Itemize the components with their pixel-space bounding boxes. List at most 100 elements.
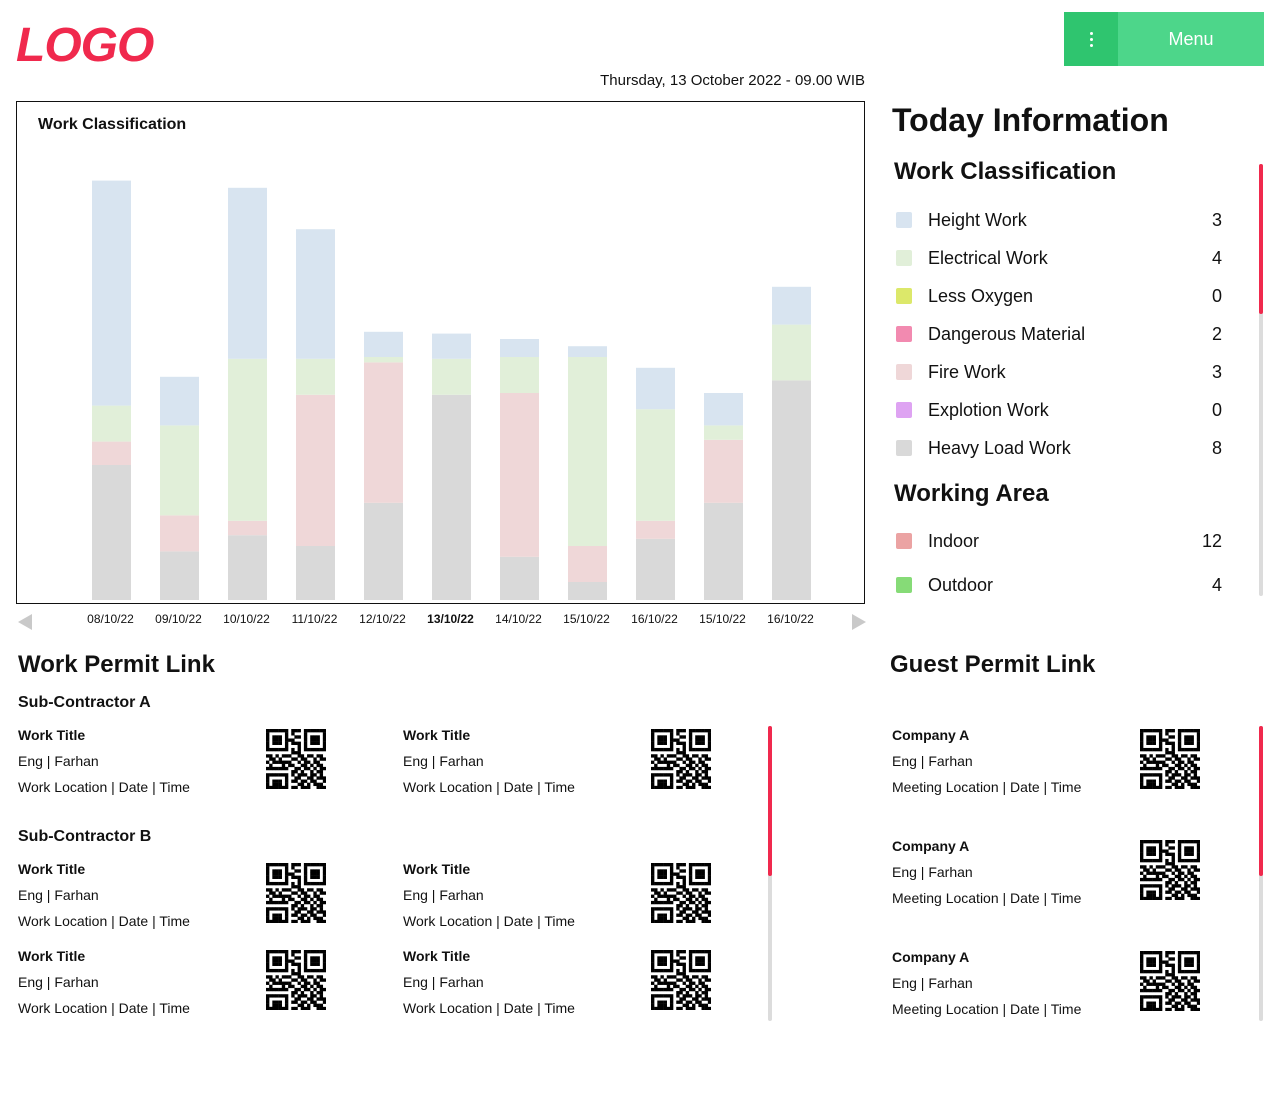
working-area-heading: Working Area (894, 480, 1049, 507)
bar-segment-heavy-load-work (432, 394, 471, 600)
today-info-scrollbar-thumb[interactable] (1259, 164, 1263, 314)
card-engineer: Eng | Farhan (18, 974, 99, 990)
heavy-load-work-swatch (896, 440, 912, 456)
qr-code-icon[interactable] (266, 950, 326, 1010)
x-tick-label: 08/10/22 (87, 612, 134, 626)
wa-item-label: Indoor (928, 530, 980, 551)
bar-segment-heavy-load-work (568, 582, 607, 600)
qr-code-icon[interactable] (651, 863, 711, 923)
bar-segment-heavy-load-work (704, 502, 743, 600)
wc-item-dangerous-material: Dangerous Material 2 (896, 322, 1222, 346)
bar-segment-fire-work (500, 393, 539, 557)
bar-segment-height-work (92, 180, 131, 406)
card-location: Meeting Location | Date | Time (892, 779, 1082, 795)
work-permit-scrollbar[interactable] (768, 726, 772, 1021)
card-location: Meeting Location | Date | Time (892, 890, 1082, 906)
bar-segment-heavy-load-work (636, 538, 675, 600)
card-location: Work Location | Date | Time (18, 913, 190, 929)
x-tick-label: 15/10/22 (563, 612, 610, 626)
wc-item-count: 0 (1211, 285, 1222, 306)
kebab-vertical-icon (1064, 12, 1118, 66)
work-permit-card[interactable]: Work Title Eng | Farhan Work Location | … (403, 948, 723, 1020)
card-title: Work Title (18, 948, 86, 964)
x-tick-label: 10/10/22 (223, 612, 270, 626)
qr-code-icon[interactable] (266, 729, 326, 789)
work-permit-card[interactable]: Work Title Eng | Farhan Work Location | … (403, 861, 723, 933)
x-tick-label: 16/10/22 (631, 612, 678, 626)
wc-item-heavy-load-work: Heavy Load Work 8 (896, 436, 1222, 460)
current-datetime: Thursday, 13 October 2022 - 09.00 WIB (600, 72, 865, 89)
wa-item-outdoor: Outdoor 4 (896, 573, 1222, 597)
bar-segment-heavy-load-work (364, 502, 403, 600)
bar-segment-fire-work (636, 520, 675, 539)
work-permit-scrollbar-thumb[interactable] (768, 726, 772, 876)
card-location: Work Location | Date | Time (403, 779, 575, 795)
guest-permit-card[interactable]: Company A Eng | Farhan Meeting Location … (892, 838, 1212, 910)
card-engineer: Eng | Farhan (892, 975, 973, 991)
bar-segment-height-work (228, 187, 267, 359)
bar-segment-fire-work (160, 515, 199, 552)
guest-permit-card[interactable]: Company A Eng | Farhan Meeting Location … (892, 727, 1212, 799)
card-location: Meeting Location | Date | Time (892, 1001, 1082, 1017)
menu-button[interactable]: Menu (1064, 12, 1264, 66)
bar-segment-electrical-work (772, 324, 811, 381)
fire-work-swatch (896, 364, 912, 380)
height-work-swatch (896, 212, 912, 228)
bar-segment-height-work (296, 229, 335, 359)
wc-item-label: Explotion Work (928, 399, 1049, 420)
x-tick-label: 12/10/22 (359, 612, 406, 626)
bar-segment-electrical-work (364, 357, 403, 363)
qr-code-icon[interactable] (1140, 729, 1200, 789)
wc-item-less-oxygen: Less Oxygen 0 (896, 284, 1222, 308)
sub-contractor-a-title: Sub-Contractor A (18, 694, 151, 711)
qr-code-icon[interactable] (1140, 840, 1200, 900)
wc-item-height-work: Height Work 3 (896, 208, 1222, 232)
arrow-right-icon[interactable] (852, 614, 866, 630)
wc-item-count: 3 (1211, 209, 1222, 230)
sub-contractor-b-title: Sub-Contractor B (18, 828, 152, 845)
arrow-left-icon[interactable] (18, 614, 32, 630)
wc-item-label: Electrical Work (928, 247, 1048, 268)
wa-item-label: Outdoor (928, 574, 994, 595)
work-classification-heading: Work Classification (894, 158, 1117, 185)
bar-segment-height-work (636, 367, 675, 410)
bar-segment-fire-work (568, 546, 607, 582)
wc-item-explotion-work: Explotion Work 0 (896, 398, 1222, 422)
card-title: Company A (892, 727, 970, 743)
explotion-work-swatch (896, 402, 912, 418)
card-title: Work Title (18, 727, 86, 743)
bar-segment-height-work (500, 339, 539, 357)
wc-item-count: 3 (1211, 361, 1222, 382)
qr-code-icon[interactable] (651, 729, 711, 789)
logo: LOGO (16, 19, 154, 72)
qr-code-icon[interactable] (651, 950, 711, 1010)
x-tick-label: 15/10/22 (699, 612, 746, 626)
today-info-scrollbar[interactable] (1259, 164, 1263, 596)
work-permit-card[interactable]: Work Title Eng | Farhan Work Location | … (18, 948, 338, 1020)
card-title: Company A (892, 838, 970, 854)
qr-code-icon[interactable] (1140, 951, 1200, 1011)
card-engineer: Eng | Farhan (403, 753, 484, 769)
guest-permit-scrollbar[interactable] (1259, 726, 1263, 1021)
wc-item-count: 4 (1211, 247, 1222, 268)
bar-segment-fire-work (228, 520, 267, 536)
bar-segment-electrical-work (432, 358, 471, 395)
chart-plot (92, 180, 811, 600)
card-title: Work Title (18, 861, 86, 877)
bar-segment-fire-work (704, 439, 743, 503)
bar-segment-electrical-work (704, 425, 743, 440)
work-permit-card[interactable]: Work Title Eng | Farhan Work Location | … (403, 727, 723, 799)
guest-permit-scrollbar-thumb[interactable] (1259, 726, 1263, 876)
wc-item-label: Height Work (928, 209, 1027, 230)
guest-permit-card[interactable]: Company A Eng | Farhan Meeting Location … (892, 949, 1212, 1021)
bar-segment-fire-work (364, 362, 403, 503)
qr-code-icon[interactable] (266, 863, 326, 923)
card-engineer: Eng | Farhan (892, 753, 973, 769)
wc-item-label: Fire Work (928, 361, 1006, 382)
bar-segment-heavy-load-work (228, 535, 267, 600)
work-permit-card[interactable]: Work Title Eng | Farhan Work Location | … (18, 861, 338, 933)
bar-segment-electrical-work (500, 357, 539, 393)
work-permit-card[interactable]: Work Title Eng | Farhan Work Location | … (18, 727, 338, 799)
x-tick-label: 11/10/22 (291, 612, 338, 626)
card-location: Work Location | Date | Time (403, 1000, 575, 1016)
